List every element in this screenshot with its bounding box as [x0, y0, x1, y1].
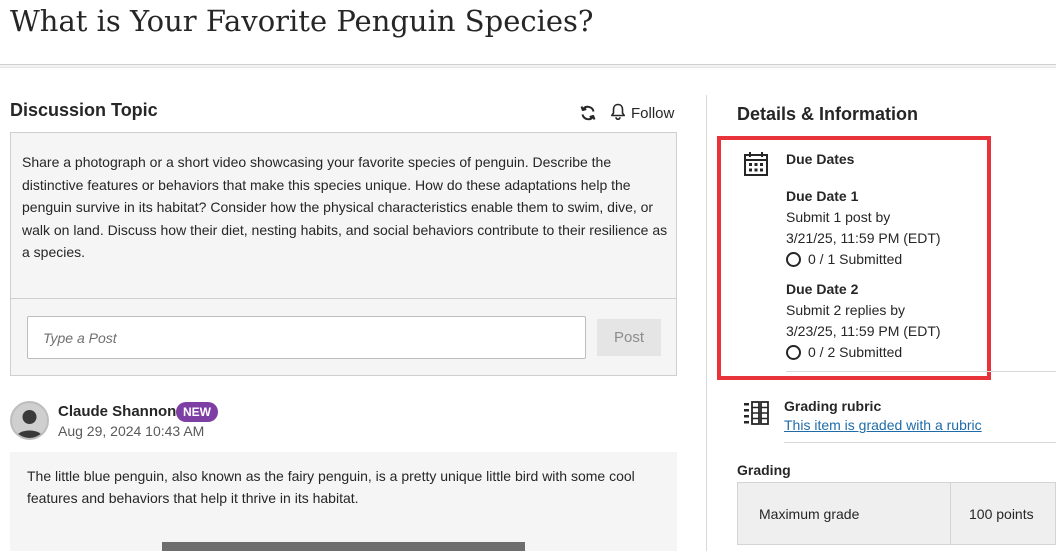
- refresh-icon[interactable]: [579, 104, 597, 122]
- submission-status-label: 0 / 2 Submitted: [808, 344, 903, 360]
- post-image[interactable]: [162, 542, 525, 551]
- grading-table: Maximum grade 100 points: [737, 482, 1056, 545]
- rubric-link[interactable]: This item is graded with a rubric: [784, 417, 982, 433]
- discussion-prompt: Share a photograph or a short video show…: [22, 154, 668, 260]
- discussion-topic-box: Share a photograph or a short video show…: [10, 132, 677, 376]
- rubric-title: Grading rubric: [784, 398, 882, 414]
- due-date-deadline: 3/23/25, 11:59 PM (EDT): [786, 323, 941, 339]
- due-date-name: Due Date 1: [786, 188, 859, 204]
- column-divider: [706, 95, 707, 551]
- max-grade-value: 100 points: [969, 506, 1034, 522]
- due-date-name: Due Date 2: [786, 281, 859, 297]
- rubric-divider: [784, 442, 1056, 443]
- discussion-topic-heading: Discussion Topic: [10, 100, 158, 120]
- post-date: Aug 29, 2024 10:43 AM: [58, 423, 205, 439]
- topic-separator: [11, 298, 676, 299]
- post-input[interactable]: [27, 316, 586, 359]
- due-date-item: Due Date 1 Submit 1 post by 3/21/25, 11:…: [786, 186, 941, 270]
- avatar[interactable]: [10, 401, 49, 440]
- due-date-requirement: Submit 2 replies by: [786, 302, 906, 318]
- max-grade-label: Maximum grade: [759, 506, 860, 522]
- submission-status: 0 / 1 Submitted: [786, 249, 941, 270]
- post-text: The little blue penguin, also known as t…: [27, 468, 635, 506]
- status-circle-icon: [786, 345, 801, 360]
- author-name[interactable]: Claude Shannon: [58, 403, 176, 420]
- due-dates-divider: [786, 371, 1056, 372]
- title-divider: [0, 64, 1056, 68]
- post-button[interactable]: Post: [597, 319, 661, 356]
- submission-status-label: 0 / 1 Submitted: [808, 251, 903, 267]
- post-body: The little blue penguin, also known as t…: [10, 452, 677, 551]
- due-dates-title: Due Dates: [786, 151, 855, 167]
- calendar-icon: [743, 151, 769, 177]
- due-date-item: Due Date 2 Submit 2 replies by 3/23/25, …: [786, 279, 941, 363]
- grading-heading: Grading: [737, 462, 791, 478]
- bell-icon: [610, 103, 626, 124]
- submission-status: 0 / 2 Submitted: [786, 342, 941, 363]
- new-badge: NEW: [176, 402, 218, 422]
- follow-label: Follow: [631, 105, 675, 122]
- due-date-requirement: Submit 1 post by: [786, 209, 891, 225]
- status-circle-icon: [786, 252, 801, 267]
- grading-table-divider: [950, 483, 951, 544]
- due-date-deadline: 3/21/25, 11:59 PM (EDT): [786, 230, 941, 246]
- details-heading: Details & Information: [737, 104, 919, 124]
- rubric-icon: [743, 401, 769, 425]
- page-title: What is Your Favorite Penguin Species?: [10, 4, 594, 38]
- follow-button[interactable]: Follow: [610, 103, 674, 124]
